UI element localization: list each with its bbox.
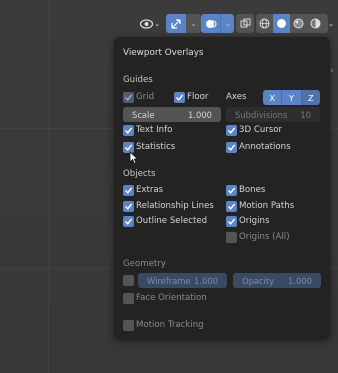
subdivisions-value: 10 [300,109,311,120]
material-shading-icon[interactable] [290,14,307,33]
checkmark-icon [124,218,133,225]
checkmark-icon [175,94,184,101]
floor-checkbox[interactable] [174,92,185,103]
outline-selected-checkbox[interactable] [123,216,134,227]
visibility-dropdown[interactable]: ⌄ [140,14,164,33]
axes-label: Axes [226,92,247,102]
wireframe-shading-icon[interactable] [256,14,273,33]
grid-line [48,0,49,373]
axis-x-toggle[interactable]: X [263,90,282,105]
checkmark-icon [124,203,133,210]
chevron-left-icon[interactable]: ‹ [330,66,334,76]
bones-label: Bones [239,185,266,195]
relationship-lines-label: Relationship Lines [136,201,214,211]
subdivisions-field[interactable]: Subdivisions 10 [226,107,320,122]
extras-label: Extras [136,185,164,195]
opacity-value: 1.000 [288,275,312,286]
opacity-field[interactable]: Opacity 1.000 [233,273,321,288]
xray-toggle[interactable] [236,14,254,33]
statistics-label: Statistics [136,142,176,152]
checkmark-icon [124,127,133,134]
text-info-checkbox[interactable] [123,125,134,136]
checkmark-icon [227,144,236,151]
motion-paths-label: Motion Paths [239,201,295,211]
guides-heading: Guides [123,75,153,85]
chevron-down-icon: ⌄ [154,19,160,28]
scale-label: Scale [132,109,155,120]
wireframe-label: Wireframe [147,275,191,286]
axes-toggle-group: X Y Z [263,90,320,105]
3d-cursor-checkbox[interactable] [226,125,237,136]
extras-checkbox[interactable] [123,185,134,196]
grid-label: Grid [136,92,155,102]
origins-all-checkbox[interactable] [226,232,237,243]
motion-tracking-label: Motion Tracking [136,320,204,330]
annotations-checkbox[interactable] [226,142,237,153]
overlay-circles-icon[interactable] [201,14,221,33]
viewport-overlays-popover: Viewport Overlays Guides Grid Floor Axes… [114,37,330,339]
3d-cursor-label: 3D Cursor [239,125,283,135]
checkmark-icon [124,187,133,194]
motion-paths-checkbox[interactable] [226,201,237,212]
floor-label: Floor [187,92,209,102]
chevron-down-icon[interactable]: ⌄ [186,14,201,33]
scale-field[interactable]: Scale 1.000 [123,107,221,122]
grid-checkbox[interactable] [123,92,134,103]
gizmo-arrows-icon[interactable] [166,14,186,33]
checkmark-icon [227,187,236,194]
bones-checkbox[interactable] [226,185,237,196]
rendered-shading-icon[interactable] [307,14,324,33]
outline-selected-label: Outline Selected [136,216,208,226]
eye-icon [140,14,153,33]
face-orientation-label: Face Orientation [136,293,207,303]
solid-shading-icon[interactable] [273,14,290,33]
checkmark-icon [227,127,236,134]
axis-y-toggle[interactable]: Y [281,90,301,105]
face-orientation-checkbox[interactable] [123,293,134,304]
origins-label: Origins [239,216,270,226]
text-info-label: Text Info [136,125,173,135]
relationship-lines-checkbox[interactable] [123,201,134,212]
subdivisions-label: Subdivisions [235,109,288,120]
wireframe-checkbox[interactable] [123,275,134,286]
chevron-down-icon[interactable]: ⌄ [220,14,234,33]
opacity-label: Opacity [242,275,275,286]
xray-icon [236,14,254,33]
objects-heading: Objects [123,169,156,179]
gizmo-toggle[interactable]: ⌄ [166,14,201,33]
scale-value: 1.000 [188,109,212,120]
origins-all-label: Origins (All) [239,232,290,242]
popover-title: Viewport Overlays [123,48,204,58]
motion-tracking-checkbox[interactable] [123,320,134,331]
geometry-heading: Geometry [123,259,166,269]
checkmark-icon [227,218,236,225]
axis-z-toggle[interactable]: Z [300,90,320,105]
overlay-toggle[interactable]: ⌄ [201,14,234,33]
wireframe-field[interactable]: Wireframe 1.000 [138,273,227,288]
wireframe-value: 1.000 [194,275,218,286]
annotations-label: Annotations [239,142,291,152]
mouse-pointer-icon [129,151,139,165]
chevron-down-icon[interactable]: ⌄ [328,14,338,33]
checkmark-icon [124,94,133,101]
shading-mode-group[interactable] [256,14,328,33]
origins-checkbox[interactable] [226,216,237,227]
checkmark-icon [227,203,236,210]
